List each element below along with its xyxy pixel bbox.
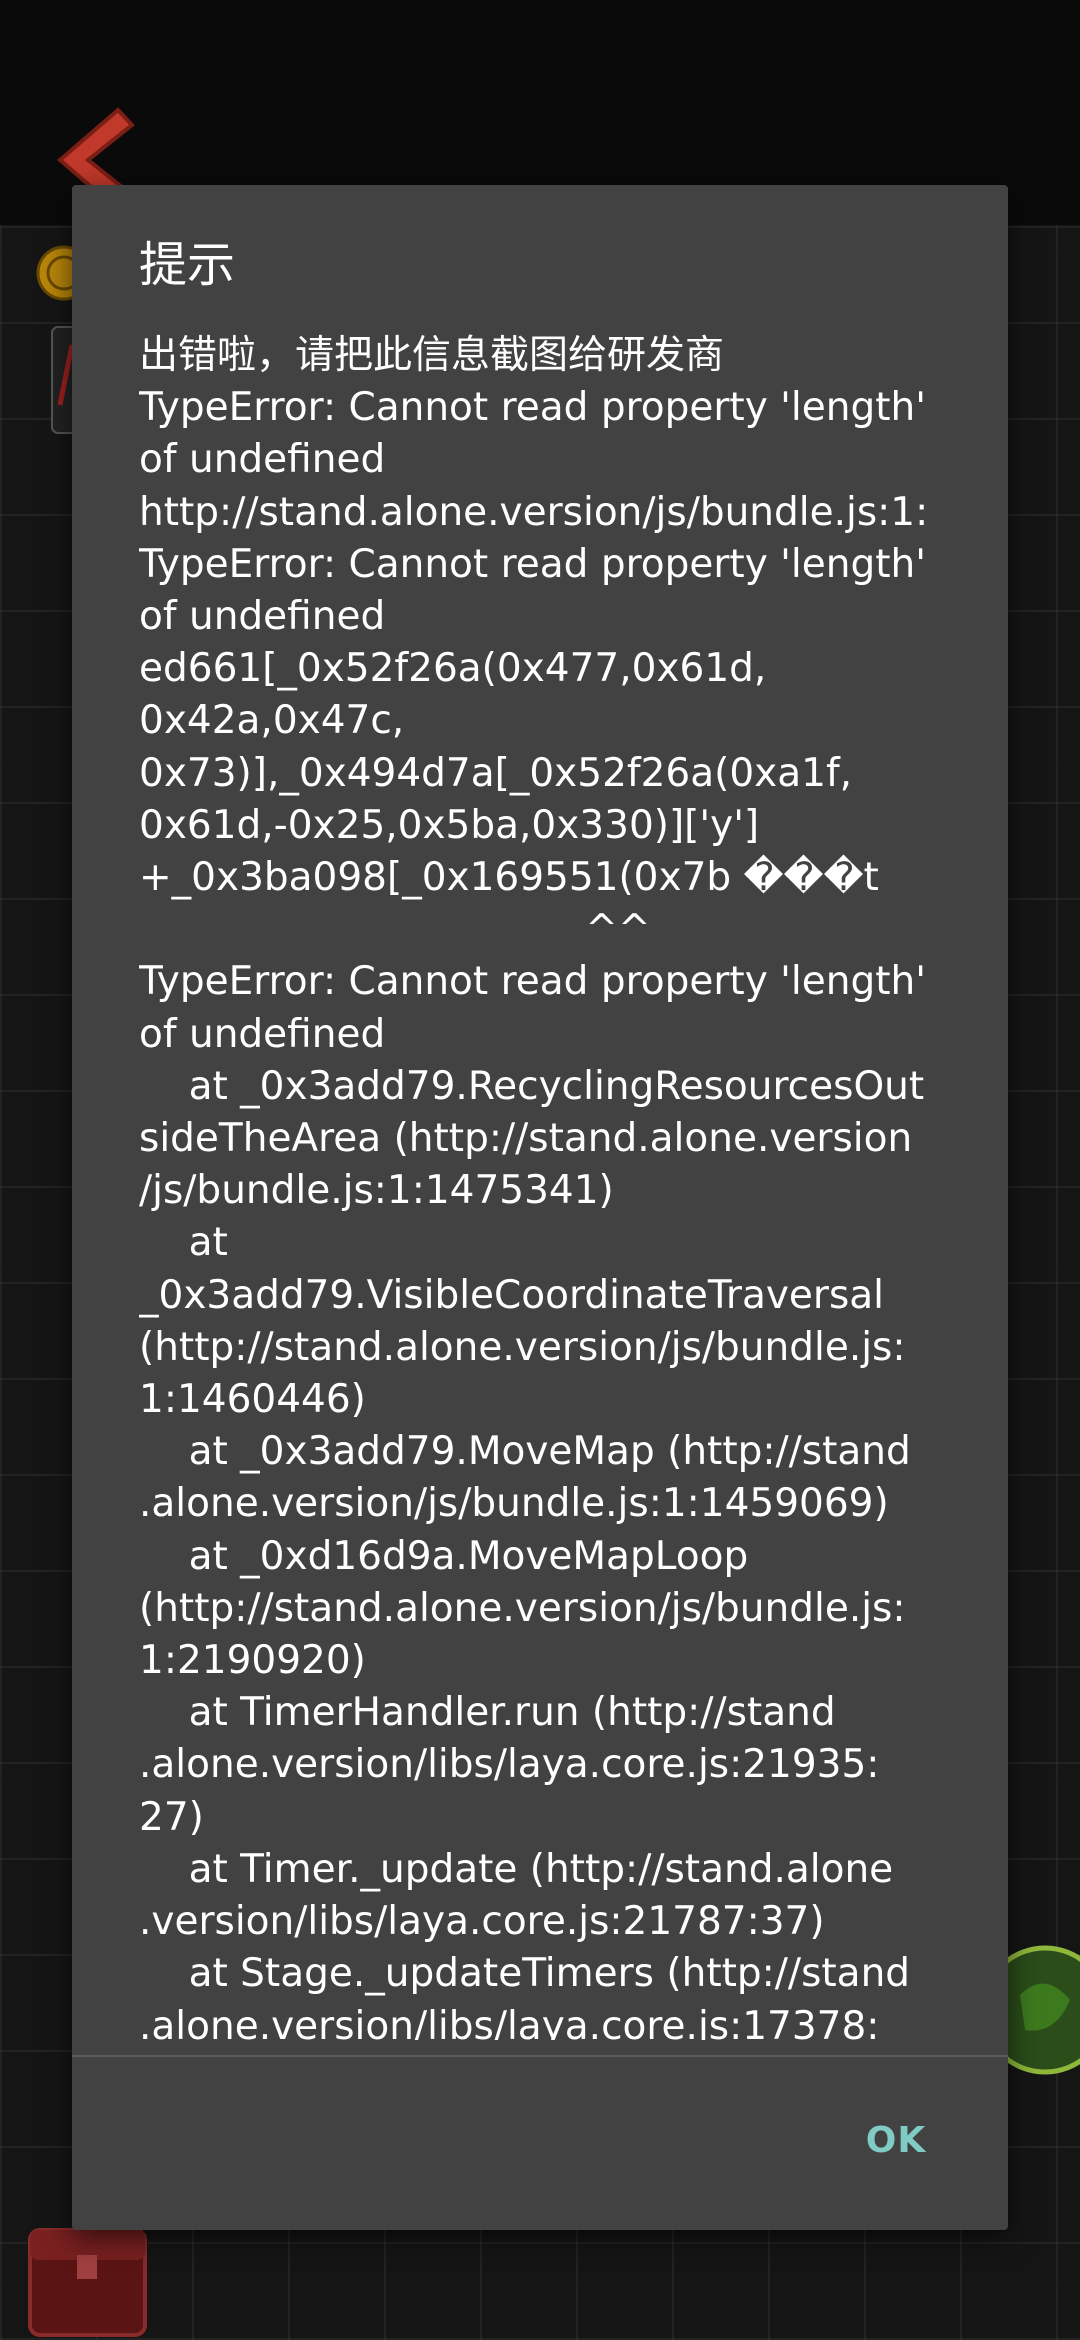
dialog-title: 提示 (139, 237, 236, 293)
error-dialog: 提示 出错啦，请把此信息截图给研发商 TypeError: Cannot rea… (72, 185, 1008, 2230)
dialog-message: 出错啦，请把此信息截图给研发商 TypeError: Cannot read p… (139, 333, 929, 2040)
dialog-actions: OK (72, 2057, 1008, 2230)
screen: 提示 出错啦，请把此信息截图给研发商 TypeError: Cannot rea… (0, 0, 1080, 2340)
ok-button[interactable]: OK (856, 2105, 936, 2175)
